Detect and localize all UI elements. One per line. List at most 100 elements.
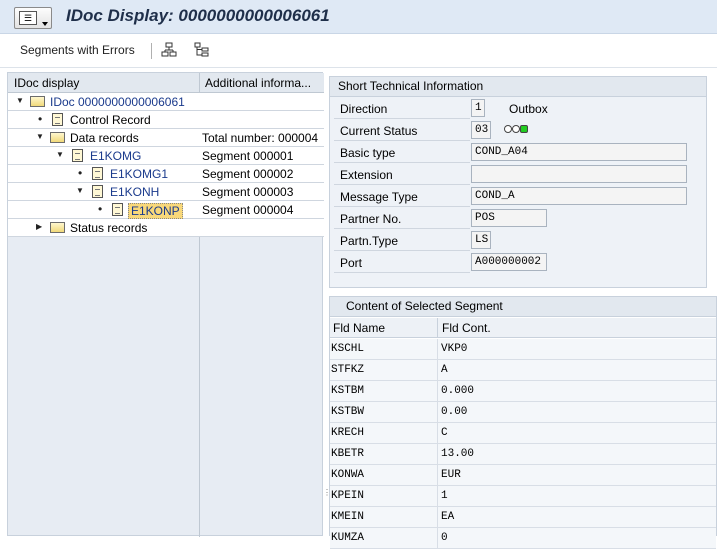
field-name: KSTBW xyxy=(331,406,365,418)
tree-structure-icon[interactable] xyxy=(193,42,211,60)
tree-node-control-record[interactable]: • Control Record xyxy=(8,111,324,129)
label-underline xyxy=(334,206,470,207)
field-value: C xyxy=(441,427,448,439)
menu-icon: ☰ xyxy=(19,11,37,25)
field-name-column-header[interactable]: Fld Name xyxy=(333,321,385,335)
table-row[interactable]: KPEIN 1 xyxy=(330,486,716,507)
collapse-arrow-icon[interactable]: ▼ xyxy=(76,186,84,195)
tree-node-status-records[interactable]: ▶ Status records xyxy=(8,219,324,237)
tree-node-label: Data records xyxy=(70,131,139,145)
dropdown-arrow-icon xyxy=(42,22,48,26)
table-row[interactable]: KONWA EUR xyxy=(330,465,716,486)
tree-node-additional-info: Total number: 000004 xyxy=(202,131,319,145)
port-label: Port xyxy=(340,256,363,270)
field-name: KRECH xyxy=(331,427,365,439)
label-underline xyxy=(334,162,470,163)
tree-node-label: IDoc 0000000000006061 xyxy=(50,95,185,109)
cell-divider xyxy=(437,381,438,402)
tree-node-label: E1KOMG1 xyxy=(110,167,169,181)
label-underline xyxy=(334,250,470,251)
field-value: 1 xyxy=(441,490,448,502)
cell-divider xyxy=(437,486,438,507)
field-name: KBETR xyxy=(331,448,365,460)
table-row[interactable]: KUMZA 0 xyxy=(330,528,716,549)
label-underline xyxy=(334,184,470,185)
partner-no-label: Partner No. xyxy=(340,212,402,226)
field-content-column-header[interactable]: Fld Cont. xyxy=(442,321,491,335)
partner-no-field: POS xyxy=(471,209,547,227)
table-row[interactable]: KSTBM 0.000 xyxy=(330,381,716,402)
cell-divider xyxy=(437,507,438,528)
partner-type-label: Partn.Type xyxy=(340,234,399,248)
field-name: KSCHL xyxy=(331,343,365,355)
status-light-red-icon xyxy=(504,125,512,133)
segment-column-headers: Fld Name Fld Cont. xyxy=(330,318,716,338)
field-value: EUR xyxy=(441,469,461,481)
current-status-label: Current Status xyxy=(340,124,418,138)
page-title: IDoc Display: 0000000000006061 xyxy=(66,6,330,25)
partner-type-row: Partn.Type LS xyxy=(334,231,700,251)
tree-node-label: E1KONP xyxy=(128,203,183,219)
tree-column-additional-info[interactable]: Additional informa... xyxy=(205,76,311,90)
table-row[interactable]: KBETR 13.00 xyxy=(330,444,716,465)
folder-icon xyxy=(50,222,65,233)
tree-node-e1konp[interactable]: • E1KONP Segment 000004 xyxy=(8,201,324,219)
short-technical-information-panel: Short Technical Information Direction 1 … xyxy=(329,76,707,288)
table-row[interactable]: KRECH C xyxy=(330,423,716,444)
label-underline xyxy=(334,140,470,141)
bullet-icon: • xyxy=(78,166,83,180)
field-value: A xyxy=(441,364,448,376)
tree-node-e1konh[interactable]: ▼ E1KONH Segment 000003 xyxy=(8,183,324,201)
table-row[interactable]: KSTBW 0.00 xyxy=(330,402,716,423)
field-value: VKP0 xyxy=(441,343,468,355)
tree-node-data-records[interactable]: ▼ Data records Total number: 000004 xyxy=(8,129,324,147)
collapse-arrow-icon[interactable]: ▼ xyxy=(56,150,64,159)
field-name: KONWA xyxy=(331,469,365,481)
collapse-arrow-icon[interactable]: ▼ xyxy=(16,96,24,105)
segment-content-panel: Content of Selected Segment Fld Name Fld… xyxy=(329,296,717,549)
cell-divider xyxy=(437,339,438,360)
field-value: 13.00 xyxy=(441,448,475,460)
tree-node-e1komg[interactable]: ▼ E1KOMG Segment 000001 xyxy=(8,147,324,165)
field-value: 0.000 xyxy=(441,385,475,397)
document-icon xyxy=(112,203,123,216)
table-row[interactable]: KSCHL VKP0 xyxy=(330,339,716,360)
expand-arrow-icon[interactable]: ▶ xyxy=(36,222,42,231)
tree-node-additional-info: Segment 000004 xyxy=(202,203,294,217)
basic-type-row: Basic type COND_A04 xyxy=(334,143,700,163)
toolbar-separator xyxy=(151,43,152,59)
current-status-field: 03 xyxy=(471,121,491,139)
field-name: STFKZ xyxy=(331,364,365,376)
basic-type-field: COND_A04 xyxy=(471,143,687,161)
cell-divider xyxy=(437,423,438,444)
tree-node-e1komg1[interactable]: • E1KOMG1 Segment 000002 xyxy=(8,165,324,183)
document-icon xyxy=(92,185,103,198)
column-divider xyxy=(437,318,438,338)
tree-node-additional-info: Segment 000002 xyxy=(202,167,294,181)
tree-node-label: E1KONH xyxy=(110,185,160,199)
idoc-tree-panel: IDoc display Additional informa... ▼ IDo… xyxy=(7,72,324,537)
extension-field xyxy=(471,165,687,183)
hierarchy-icon[interactable] xyxy=(160,42,178,60)
tree-node-idoc[interactable]: ▼ IDoc 0000000000006061 xyxy=(8,93,324,111)
tree-column-idoc-display[interactable]: IDoc display xyxy=(14,76,79,90)
segments-with-errors-button[interactable]: Segments with Errors xyxy=(20,43,135,57)
segment-panel-title: Content of Selected Segment xyxy=(330,297,716,317)
message-type-field: COND_A xyxy=(471,187,687,205)
table-row[interactable]: KMEIN EA xyxy=(330,507,716,528)
open-folder-icon xyxy=(30,96,45,107)
extension-label: Extension xyxy=(340,168,393,182)
tree-node-label: Control Record xyxy=(70,113,151,127)
table-row[interactable]: STFKZ A xyxy=(330,360,716,381)
menu-button[interactable]: ☰ xyxy=(14,7,52,29)
tree-node-additional-info: Segment 000003 xyxy=(202,185,294,199)
status-light-green-icon xyxy=(520,125,528,133)
status-light-yellow-icon xyxy=(512,125,520,133)
panel-title: Short Technical Information xyxy=(330,77,706,97)
collapse-arrow-icon[interactable]: ▼ xyxy=(36,132,44,141)
bullet-icon: • xyxy=(98,202,103,216)
cell-divider xyxy=(437,360,438,381)
label-underline xyxy=(334,118,470,119)
splitter-handle[interactable]: ⋮ xyxy=(323,489,331,510)
title-bar: ☰ IDoc Display: 0000000000006061 xyxy=(0,0,717,34)
